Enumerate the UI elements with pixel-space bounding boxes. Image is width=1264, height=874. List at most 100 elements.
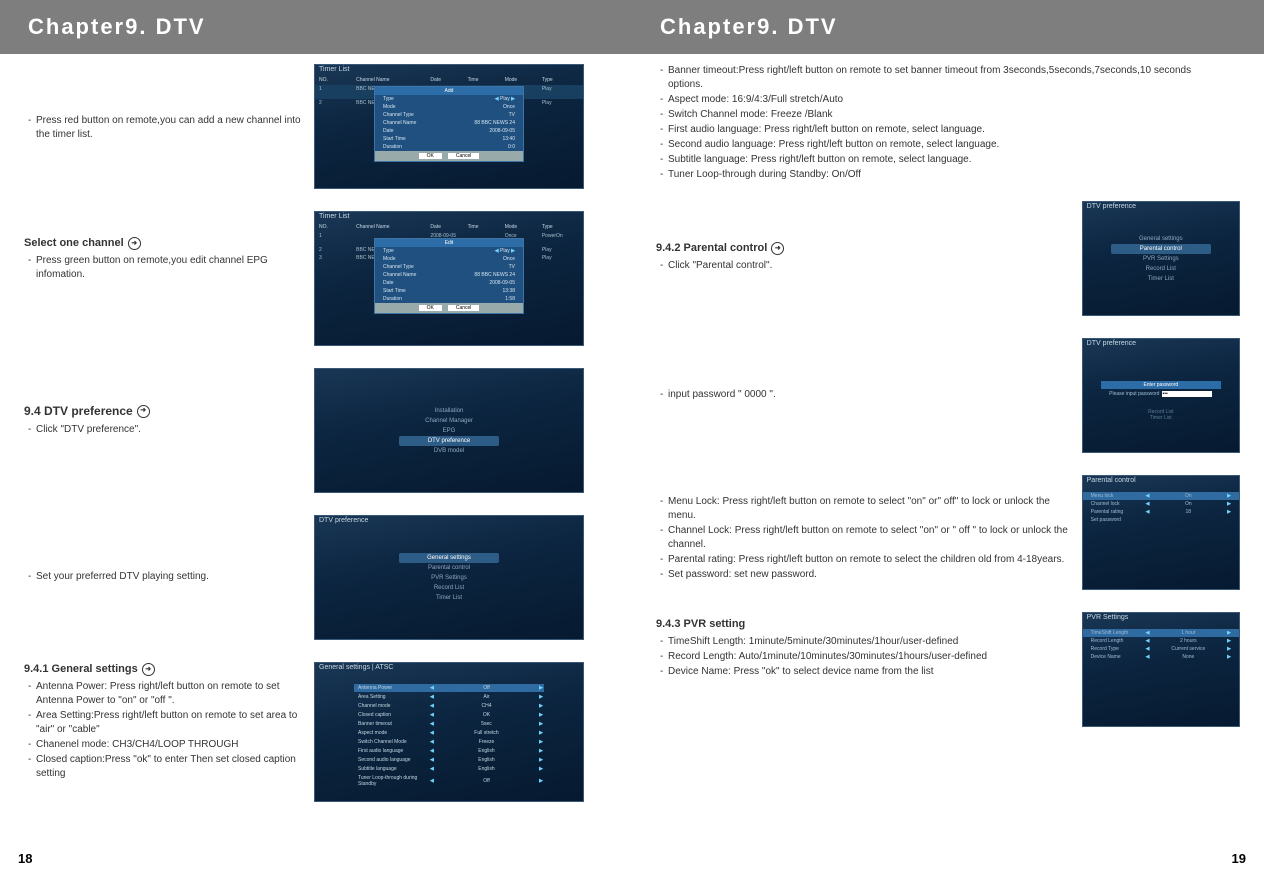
shot-password-box: Enter password Please input password — [1101, 381, 1221, 399]
block: Set your preferred DTV playing setting. … — [24, 515, 608, 640]
instruction-text: Tuner Loop-through during Standby: On/Of… — [660, 168, 1216, 182]
page-number: 19 — [1232, 851, 1246, 866]
arrow-icon: ➜ — [137, 405, 150, 418]
block: 9.4.1 General settings ➜ Antenna Power: P… — [24, 662, 608, 802]
password-label: Please input password — [1109, 391, 1159, 397]
block: 9.4.2 Parental control ➜ Click "Parental … — [656, 201, 1240, 316]
menu-item: EPG — [399, 426, 499, 436]
instruction-text: Menu Lock: Press right/left button on re… — [660, 495, 1072, 523]
block: 9.4.3 PVR setting TimeShift Length: 1min… — [656, 612, 1240, 727]
menu-item-selected: DTV preference — [399, 436, 499, 446]
instruction-text: Set password: set new password. — [660, 568, 1072, 582]
menu-item-selected: Parental control — [1111, 244, 1211, 254]
dialog-title: Edit — [375, 239, 523, 247]
instruction-text: Channel Lock: Press right/left button on… — [660, 524, 1072, 552]
shot-caption: DTV preference — [319, 517, 368, 524]
page-content: Banner timeout:Press right/left button o… — [632, 54, 1264, 769]
screenshot-password: DTV preference Enter password Please inp… — [1082, 338, 1240, 453]
instruction-text: Set your preferred DTV playing setting. — [28, 570, 304, 584]
shot-caption: DTV preference — [1087, 340, 1136, 347]
menu-item: General settings — [1111, 234, 1211, 244]
section-title: 9.4.1 General settings — [24, 662, 138, 677]
screenshot-parental-control: Parental control Menu lock◀On▶ Channel l… — [1082, 475, 1240, 590]
menu-item: Record List — [1111, 264, 1211, 274]
arrow-icon: ➜ — [771, 242, 784, 255]
menu-item: Timer List — [1148, 415, 1173, 421]
instruction-text: Banner timeout:Press right/left button o… — [660, 64, 1216, 92]
menu-item: PVR Settings — [399, 573, 499, 583]
instruction-text: Switch Channel mode: Freeze /Blank — [660, 108, 1216, 122]
shot-settings: Antenna Power◀Off▶ Area Setting◀Air▶ Cha… — [354, 683, 544, 789]
instruction-text: input password " 0000 ". — [660, 388, 1072, 402]
screenshot-main-menu: Installation Channel Manager EPG DTV pre… — [314, 368, 584, 493]
screenshot-timer-edit: Timer List NO.Channel NameDateTimeModeTy… — [314, 211, 584, 346]
section-title: 9.4.3 PVR setting — [656, 617, 745, 632]
block: input password " 0000 ". DTV preference … — [656, 338, 1240, 453]
instruction-text: Parental rating: Press right/left button… — [660, 553, 1072, 567]
section-title: 9.4.2 Parental control — [656, 241, 767, 256]
password-field — [1162, 391, 1212, 397]
screenshot-timer-add: Timer List NO.Channel NameDateTimeModeTy… — [314, 64, 584, 189]
section-title: 9.4 DTV preference — [24, 403, 133, 420]
instruction-text: Chanenel mode: CH3/CH4/LOOP THROUGH — [28, 738, 304, 752]
instruction-text: Click "Parental control". — [660, 259, 1072, 273]
instruction-text: Press red button on remote,you can add a… — [28, 114, 304, 142]
section-title: Select one channel — [24, 236, 124, 251]
instruction-text: Record Length: Auto/1minute/10minutes/30… — [660, 650, 1072, 664]
shot-caption: DTV preference — [1087, 203, 1136, 210]
shot-caption: Parental control — [1087, 477, 1136, 484]
menu-item: Channel Manager — [399, 416, 499, 426]
cancel-button: Cancel — [448, 305, 480, 311]
dialog-title: Add — [375, 87, 523, 95]
instruction-text: Device Name: Press "ok" to select device… — [660, 665, 1072, 679]
shot-add-dialog: Add Type◀ Play ▶ ModeOnce Channel TypeTV… — [374, 86, 524, 162]
instruction-text: Second audio language: Press right/left … — [660, 138, 1216, 152]
arrow-icon: ➜ — [128, 237, 141, 250]
page-header: Chapter9. DTV — [632, 0, 1264, 54]
menu-item: Timer List — [399, 593, 499, 603]
ok-button: OK — [419, 153, 442, 159]
menu-item-selected: General settings — [399, 553, 499, 563]
instruction-text: Subtitle language: Press right/left butt… — [660, 153, 1216, 167]
instruction-text: Aspect mode: 16:9/4:3/Full stretch/Auto — [660, 93, 1216, 107]
shot-caption: Timer List — [319, 213, 349, 220]
screenshot-dtv-preference: DTV preference General settings Parental… — [314, 515, 584, 640]
menu-item: Timer List — [1111, 274, 1211, 284]
block: Press red button on remote,you can add a… — [24, 64, 608, 189]
shot-caption: General settings | ATSC — [319, 664, 393, 671]
instruction-text: Area Setting:Press right/left button on … — [28, 709, 304, 737]
shot-edit-dialog: Edit Type◀ Play ▶ ModeOnce Channel TypeT… — [374, 238, 524, 314]
screenshot-parental-menu: DTV preference General settings Parental… — [1082, 201, 1240, 316]
screenshot-general-settings: General settings | ATSC Antenna Power◀Of… — [314, 662, 584, 802]
page-left: Chapter9. DTV Press red button on remote… — [0, 0, 632, 874]
arrow-icon: ➜ — [142, 663, 155, 676]
block: Menu Lock: Press right/left button on re… — [656, 475, 1240, 590]
instruction-text: Antenna Power: Press right/left button o… — [28, 680, 304, 708]
ok-button: OK — [419, 305, 442, 311]
instruction-text: TimeShift Length: 1minute/5minute/30minu… — [660, 635, 1072, 649]
block: Banner timeout:Press right/left button o… — [656, 64, 1240, 183]
shot-caption: Timer List — [319, 66, 349, 73]
instruction-text: Click "DTV preference". — [28, 423, 304, 437]
shot-menu: Installation Channel Manager EPG DTV pre… — [399, 406, 499, 456]
menu-item: Record List — [399, 583, 499, 593]
block: 9.4 DTV preference ➜ Click "DTV preferenc… — [24, 368, 608, 493]
shot-caption: PVR Settings — [1087, 614, 1129, 621]
page-right: Chapter9. DTV Banner timeout:Press right… — [632, 0, 1264, 874]
page-content: Press red button on remote,you can add a… — [0, 54, 632, 844]
cancel-button: Cancel — [448, 153, 480, 159]
menu-item: PVR Settings — [1111, 254, 1211, 264]
instruction-text: First audio language: Press right/left b… — [660, 123, 1216, 137]
page-header: Chapter9. DTV — [0, 0, 632, 54]
block: Select one channel ➜ Press green button o… — [24, 211, 608, 346]
menu-item: Parental control — [399, 563, 499, 573]
menu-item: Installation — [399, 406, 499, 416]
password-title: Enter password — [1101, 381, 1221, 389]
instruction-text: Press green button on remote,you edit ch… — [28, 254, 304, 282]
page-number: 18 — [18, 851, 32, 866]
shot-menu: General settings Parental control PVR Se… — [1111, 234, 1211, 284]
instruction-text: Closed caption:Press "ok" to enter Then … — [28, 753, 304, 781]
screenshot-pvr-settings: PVR Settings TimeShift Length◀1 hour▶ Re… — [1082, 612, 1240, 727]
shot-menu: General settings Parental control PVR Se… — [399, 553, 499, 603]
menu-item: DVB model — [399, 446, 499, 456]
